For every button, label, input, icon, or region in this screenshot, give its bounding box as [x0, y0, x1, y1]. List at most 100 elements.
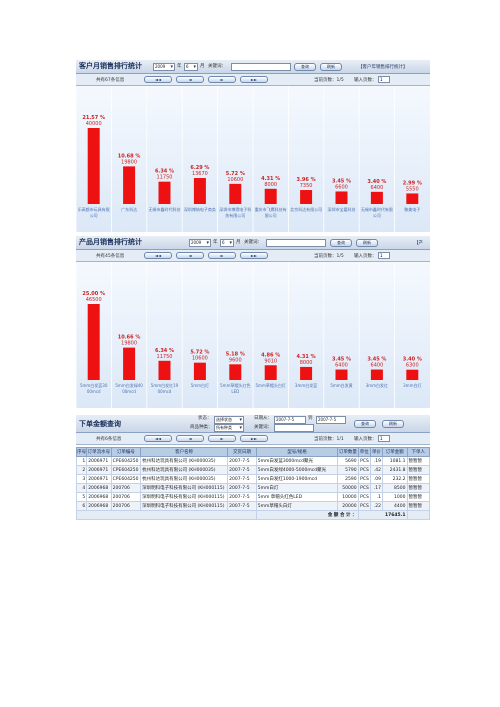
- table-row[interactable]: 3 2006971 CPE604250 杭州科达玩具有限公司 (KH000035) 20…: [75, 474, 430, 484]
- query-button[interactable]: 查询: [330, 239, 352, 247]
- bar[interactable]: [193, 178, 206, 204]
- bar[interactable]: [229, 183, 242, 204]
- order-serial-link[interactable]: 2006968: [86, 492, 112, 502]
- category-label-line2[interactable]: 00mcd: [158, 389, 172, 394]
- category-label[interactable]: 5mm白发蓝30: [80, 382, 108, 388]
- table-row[interactable]: 4 2006968 200706 深圳明科电子科技有限公司 (KH000115) 200…: [75, 483, 430, 493]
- category-label[interactable]: 北京科达有限公司: [290, 206, 322, 212]
- bar[interactable]: [193, 362, 206, 380]
- category-label[interactable]: 乐高都市玩具有限: [78, 206, 110, 212]
- order-serial-link[interactable]: 2006971: [86, 474, 112, 484]
- bar[interactable]: [370, 369, 383, 380]
- category-label[interactable]: 5mm白灯: [191, 382, 209, 388]
- first-page-button[interactable]: ◄◄: [144, 76, 172, 83]
- category-label-line2[interactable]: 00mcd: [122, 389, 136, 394]
- bar[interactable]: [87, 304, 100, 380]
- category-label[interactable]: 聚美电子: [404, 206, 420, 212]
- col-header[interactable]: 客户名称: [140, 447, 229, 457]
- table-row[interactable]: 2 2006971 CPE604250 杭州科达玩具有限公司 (KH000035) 20…: [75, 465, 430, 475]
- bar[interactable]: [158, 360, 171, 380]
- table-row[interactable]: 1 2006971 CPE604250 杭州科达玩具有限公司 (KH000035) 20…: [75, 456, 430, 466]
- next-page-button[interactable]: ►: [208, 76, 236, 83]
- table-row[interactable]: 6 2006968 200706 深圳明科电子科技有限公司 (KH000115) 200…: [75, 501, 430, 511]
- last-page-button[interactable]: ►►: [240, 435, 268, 442]
- order-serial-link[interactable]: 2006971: [86, 456, 112, 466]
- bar[interactable]: [264, 188, 277, 204]
- order-serial-link[interactable]: 2006968: [86, 483, 112, 493]
- bar[interactable]: [370, 191, 383, 204]
- first-page-button[interactable]: ◄◄: [144, 252, 172, 259]
- bar[interactable]: [335, 191, 348, 204]
- keyword-input[interactable]: [274, 424, 314, 432]
- category-label[interactable]: 5mm白发绿40: [115, 382, 143, 388]
- yearly-ranking-link[interactable]: 【客户年销售排行统计】: [358, 64, 408, 70]
- category-label[interactable]: 3mm白发蓝: [295, 382, 317, 388]
- year-select[interactable]: 2009: [189, 239, 211, 247]
- col-header[interactable]: 订单编号: [110, 447, 142, 457]
- col-header[interactable]: 订单流水号: [86, 447, 112, 457]
- bar[interactable]: [158, 181, 171, 204]
- category-label[interactable]: 3mm白发红: [366, 382, 388, 388]
- next-page-button[interactable]: ►: [208, 252, 236, 259]
- prev-page-button[interactable]: ◄: [176, 252, 204, 259]
- col-header[interactable]: 单价: [369, 447, 384, 457]
- category-label[interactable]: 5mm草帽头白灯: [256, 382, 286, 388]
- category-label[interactable]: 广东科达: [121, 206, 137, 212]
- refresh-button[interactable]: 刷新: [356, 239, 378, 247]
- first-page-button[interactable]: ◄◄: [144, 435, 172, 442]
- col-header[interactable]: 型号/规格: [255, 447, 339, 457]
- page-input[interactable]: 1: [378, 252, 390, 259]
- last-page-button[interactable]: ►►: [240, 252, 268, 259]
- bar[interactable]: [123, 166, 136, 204]
- bar[interactable]: [406, 193, 419, 204]
- col-header[interactable]: 单位: [357, 447, 371, 457]
- category-label-line2[interactable]: 限公司: [265, 212, 277, 218]
- category-label[interactable]: 深圳市博得电子科: [219, 206, 251, 212]
- category-label[interactable]: 5mm白发黄: [330, 382, 352, 388]
- date-from-input[interactable]: 2007-7-5: [274, 416, 306, 424]
- month-select[interactable]: 6: [220, 239, 234, 247]
- order-serial-link[interactable]: 2006971: [86, 465, 112, 475]
- query-button[interactable]: 查询: [354, 420, 376, 428]
- keyword-input[interactable]: [231, 63, 291, 71]
- category-label-line2[interactable]: 公司: [90, 213, 98, 218]
- page-input[interactable]: 1: [378, 435, 390, 442]
- col-header[interactable]: 交货日期: [227, 447, 257, 457]
- category-label-line2[interactable]: 公司: [373, 213, 381, 218]
- bar[interactable]: [87, 128, 100, 204]
- col-header[interactable]: 订单金额: [382, 447, 408, 457]
- table-row[interactable]: 5 2006968 200706 深圳明科电子科技有限公司 (KH000115) 200…: [75, 492, 430, 502]
- date-to-input[interactable]: 2007-7-5: [316, 416, 346, 424]
- refresh-button[interactable]: 刷新: [320, 63, 342, 71]
- bar[interactable]: [335, 369, 348, 380]
- category-label[interactable]: 深圳市宝嘉科技: [328, 206, 356, 212]
- category-label-line2[interactable]: 00mcd: [87, 389, 101, 394]
- category-label-line2[interactable]: 技有限公司: [225, 212, 245, 218]
- prev-page-button[interactable]: ◄: [176, 435, 204, 442]
- category-label[interactable]: 深圳博纳电子商务: [184, 206, 216, 212]
- bar[interactable]: [300, 366, 313, 380]
- bar[interactable]: [264, 365, 277, 380]
- bar[interactable]: [406, 369, 419, 380]
- month-select[interactable]: 6: [184, 63, 198, 71]
- col-header[interactable]: 下单人: [406, 447, 430, 457]
- category-label[interactable]: 无锡市鑫时代科技: [149, 206, 181, 212]
- keyword-input[interactable]: [266, 239, 326, 247]
- col-header[interactable]: 序号: [75, 447, 88, 457]
- status-select[interactable]: 选择状态: [214, 416, 244, 424]
- category-label[interactable]: 5mm草帽头红色: [220, 382, 250, 388]
- query-button[interactable]: 查询: [294, 63, 316, 71]
- bar[interactable]: [229, 364, 242, 380]
- category-label-line2[interactable]: LED: [231, 389, 239, 394]
- bar[interactable]: [123, 347, 136, 380]
- last-page-button[interactable]: ►►: [240, 76, 268, 83]
- col-header[interactable]: 订单数量: [337, 447, 359, 457]
- next-page-button[interactable]: ►: [208, 435, 236, 442]
- page-input[interactable]: 1: [378, 76, 390, 83]
- bar[interactable]: [300, 190, 313, 204]
- category-select[interactable]: 所有种类: [214, 424, 244, 432]
- order-serial-link[interactable]: 2006968: [86, 501, 112, 511]
- year-select[interactable]: 2009: [153, 63, 175, 71]
- refresh-button[interactable]: 刷新: [382, 420, 404, 428]
- yearly-ranking-link[interactable]: 【产: [414, 240, 423, 246]
